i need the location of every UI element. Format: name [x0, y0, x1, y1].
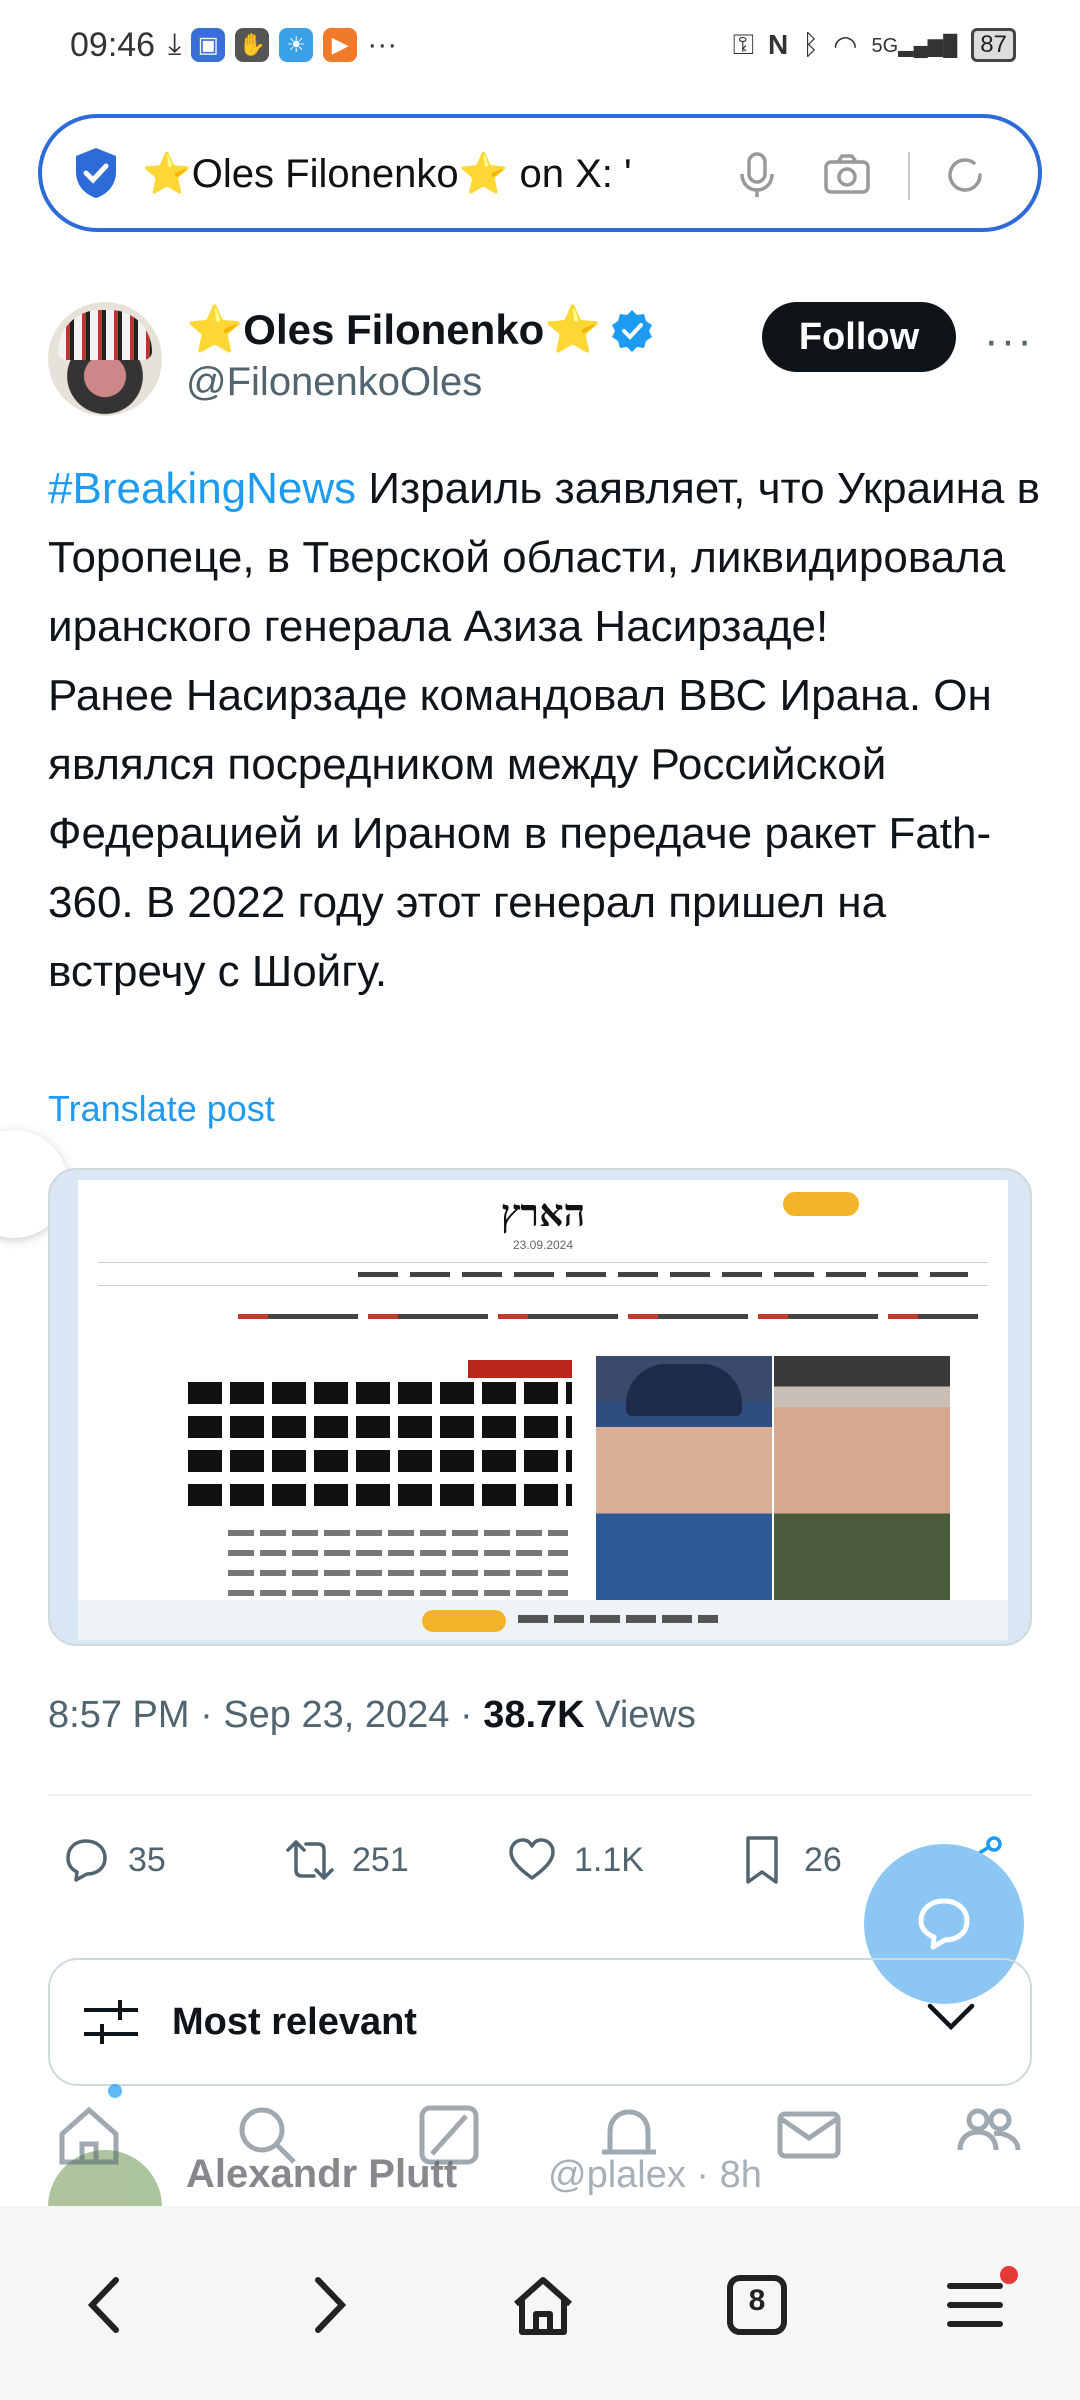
bookmark-count: 26 — [804, 1840, 842, 1879]
messages-envelope-icon[interactable] — [774, 2100, 844, 2170]
tabs-button[interactable]: 8 — [722, 2270, 792, 2340]
repost-count: 251 — [352, 1840, 409, 1879]
weather-app-icon: ☀ — [279, 28, 314, 62]
home-icon[interactable] — [54, 2100, 124, 2170]
tweet-time[interactable]: 8:57 PM — [48, 1694, 190, 1736]
repost-icon — [286, 1840, 334, 1880]
back-arrow-icon[interactable] — [72, 2270, 142, 2340]
nfc-icon: N — [768, 29, 789, 60]
home-icon[interactable] — [508, 2270, 578, 2340]
repost-button[interactable]: 251 — [284, 1834, 409, 1886]
menu-icon[interactable] — [940, 2270, 1010, 2340]
reply-icon — [66, 1839, 107, 1882]
translate-post-link[interactable]: Translate post — [48, 1088, 275, 1130]
chat-bubble-icon — [918, 1898, 970, 1950]
newspaper-nav — [98, 1262, 988, 1286]
photo-general — [596, 1356, 772, 1610]
reply-button[interactable]: 35 — [60, 1834, 166, 1886]
tweet-date[interactable]: Sep 23, 2024 — [223, 1694, 449, 1736]
shield-check-icon — [76, 148, 116, 198]
more-options-icon[interactable]: ··· — [984, 316, 1034, 366]
menu-notification-dot — [1000, 2266, 1018, 2284]
search-icon[interactable] — [232, 2100, 302, 2170]
views-label: Views — [595, 1694, 696, 1736]
notification-dot — [108, 2084, 122, 2098]
follow-button[interactable]: Follow — [762, 302, 956, 372]
like-count: 1.1K — [574, 1840, 644, 1879]
newspaper-date: 23.09.2024 — [512, 1238, 574, 1252]
play-app-icon: ▶ — [323, 28, 358, 62]
bluetooth-icon: ᛒ — [802, 29, 820, 60]
heart-icon — [509, 1838, 555, 1880]
more-dots-icon: ··· — [367, 28, 398, 61]
forward-arrow-icon[interactable] — [292, 2270, 362, 2340]
microphone-icon[interactable] — [732, 150, 782, 200]
divider — [48, 1794, 1032, 1796]
reload-icon[interactable] — [940, 150, 990, 200]
newspaper-screenshot: הארץ 23.09.2024 — [78, 1180, 1008, 1610]
newspaper-footer — [78, 1600, 1008, 1640]
sort-label: Most relevant — [172, 2000, 417, 2043]
hashtag-link[interactable]: #BreakingNews — [48, 464, 356, 513]
tweet-meta: 8:57 PM · Sep 23, 2024 · 38.7K Views — [48, 1694, 696, 1736]
communities-icon[interactable] — [954, 2100, 1024, 2170]
grok-icon[interactable] — [414, 2100, 484, 2170]
camera-icon[interactable] — [822, 150, 872, 200]
newspaper-masthead: הארץ — [500, 1190, 586, 1235]
notification-icons: ⤓ ▣ ✋ ☀ ▶ ··· — [168, 28, 397, 62]
browser-toolbar: 8 — [0, 2206, 1080, 2400]
download-icon: ⤓ — [168, 28, 182, 61]
author-name-row[interactable]: ⭐ Oles Filonenko ⭐ — [186, 302, 654, 357]
notifications-bell-icon[interactable] — [594, 2100, 664, 2170]
tweet-text: #BreakingNews Израиль заявляет, что Укра… — [48, 454, 1048, 1006]
newspaper-bullets — [228, 1530, 568, 1610]
x-bottom-nav — [0, 2084, 1080, 2204]
tabs-count: 8 — [748, 2284, 766, 2317]
star-emoji: ⭐ — [544, 303, 602, 355]
verified-badge-icon — [611, 309, 652, 352]
chevron-down-icon — [927, 2003, 975, 2031]
sliders-icon — [84, 2000, 138, 2044]
address-text[interactable]: ⭐Oles Filonenko⭐ on X: ' — [142, 150, 702, 197]
key-icon: ⚿ — [732, 28, 755, 60]
reply-count: 35 — [128, 1840, 166, 1879]
author-handle[interactable]: @FilonenkoOles — [186, 360, 482, 405]
status-time: 09:46 — [70, 26, 156, 64]
status-bar: 09:46 ⤓ ▣ ✋ ☀ ▶ ··· ⚿ N ᛒ ◠ 5G▂▄▆█ 87 — [0, 0, 1080, 100]
sort-replies-selector[interactable]: Most relevant — [48, 1958, 1032, 2086]
wifi-icon: ◠ — [833, 29, 858, 61]
newspaper-kicker — [468, 1360, 572, 1378]
author-name[interactable]: Oles Filonenko — [243, 306, 544, 354]
bookmark-button[interactable]: 26 — [736, 1834, 842, 1886]
author-avatar[interactable] — [48, 302, 162, 416]
hand-app-icon: ✋ — [235, 28, 270, 62]
tweet-body: Израиль заявляет, что Украина в Торопеце… — [48, 464, 1040, 996]
system-icons: ⚿ N ᛒ ◠ 5G▂▄▆█ 87 — [733, 28, 1016, 62]
photo-minister — [774, 1356, 950, 1610]
newspaper-headline — [188, 1382, 572, 1518]
signal-icon: 5G▂▄▆█ — [871, 34, 958, 57]
address-bar[interactable]: ⭐Oles Filonenko⭐ on X: ' — [38, 114, 1042, 232]
bookmark-icon — [746, 1836, 778, 1884]
star-emoji: ⭐ — [186, 303, 244, 355]
tweet-image[interactable]: הארץ 23.09.2024 — [48, 1168, 1032, 1646]
address-divider — [908, 152, 910, 200]
views-count: 38.7K — [483, 1694, 585, 1736]
newspaper-subnav — [98, 1306, 988, 1328]
shield-app-icon: ▣ — [191, 28, 226, 62]
like-button[interactable]: 1.1K — [506, 1834, 644, 1886]
battery-indicator: 87 — [971, 28, 1016, 62]
